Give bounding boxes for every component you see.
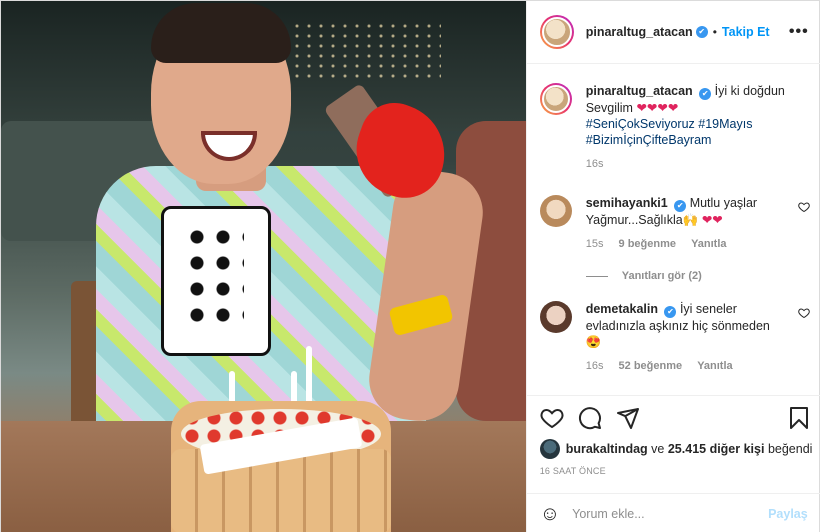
- post-side-panel: pinaraltug_atacan ✔ • Takip Et ••• pinar…: [525, 1, 820, 532]
- photo-shirt-print: [161, 206, 271, 356]
- more-options-icon[interactable]: •••: [789, 23, 809, 41]
- like-comment-heart-icon[interactable]: [797, 307, 810, 319]
- header-username[interactable]: pinaraltug_atacan: [586, 25, 693, 39]
- post-comment-button[interactable]: Paylaş: [768, 507, 808, 521]
- instagram-post: pinaraltug_atacan ✔ • Takip Et ••• pinar…: [0, 0, 820, 532]
- caption-time: 16s: [585, 158, 604, 170]
- comment-line2: Yağmur...Sağlıkla: [585, 213, 683, 227]
- verified-icon: ✔: [699, 88, 712, 100]
- verified-icon: ✔: [695, 26, 708, 38]
- raised-hands-emoji: 🙌: [682, 213, 699, 227]
- separator-dot: •: [712, 25, 717, 39]
- post-timestamp[interactable]: 16 SAAT ÖNCE: [540, 466, 606, 476]
- liker-username[interactable]: burakaltindag: [566, 442, 648, 456]
- heart-icon[interactable]: [540, 406, 564, 433]
- comment-likes[interactable]: 52 beğenme: [619, 360, 683, 372]
- likes-connector: ve: [651, 442, 665, 456]
- comment-text: semihayanki1 ✔ Mutlu yaşlar Yağmur...Sağ…: [586, 195, 810, 228]
- action-icons: [540, 406, 640, 433]
- comment-line1: İyi seneler: [679, 302, 737, 316]
- avatar-image: [541, 85, 570, 113]
- comment-item: demetakalin ✔ İyi seneler evladınızla aş…: [539, 301, 810, 372]
- add-comment-bar: ☺ Paylaş: [526, 493, 820, 532]
- photo-lights: [291, 21, 441, 81]
- verified-icon: ✔: [664, 306, 677, 318]
- avatar-image: [541, 17, 572, 47]
- follow-button[interactable]: Takip Et: [722, 25, 770, 39]
- emoji-icon[interactable]: ☺: [540, 503, 560, 526]
- likes-count[interactable]: 25.415 diğer kişi: [668, 442, 765, 456]
- view-replies-label: Yanıtları gör (2): [621, 270, 702, 282]
- post-header: pinaraltug_atacan ✔ • Takip Et •••: [526, 1, 820, 64]
- caption-text: pinaraltug_atacan ✔ İyi ki doğdun Sevgil…: [586, 83, 785, 148]
- hashtags[interactable]: #BizimİçinÇifteBayram: [586, 133, 712, 147]
- avatar[interactable]: [539, 83, 572, 115]
- reply-button[interactable]: Yanıtla: [691, 238, 726, 250]
- post-actions: burakaltindag ve 25.415 diğer kişi beğen…: [526, 395, 820, 532]
- comment-text: demetakalin ✔ İyi seneler evladınızla aş…: [586, 301, 810, 350]
- likes-suffix: beğendi: [767, 442, 813, 456]
- heart-eyes-emoji: 😍: [585, 335, 602, 349]
- avatar[interactable]: [539, 301, 572, 333]
- caption: pinaraltug_atacan ✔ İyi ki doğdun Sevgil…: [539, 83, 810, 170]
- view-replies-button[interactable]: Yanıtları gör (2): [585, 270, 702, 282]
- comment-meta: 16s 52 beğenme Yanıtla: [586, 360, 810, 372]
- liker-avatar[interactable]: [539, 439, 560, 459]
- photo-gift: [323, 81, 459, 211]
- comment-meta: 15s 9 beğenme Yanıtla: [586, 238, 810, 250]
- comment-username[interactable]: semihayanki1: [586, 196, 668, 210]
- comment-icon[interactable]: [578, 406, 602, 433]
- avatar[interactable]: [539, 195, 572, 227]
- caption-line1: İyi ki doğdun: [714, 84, 785, 98]
- comments-list: pinaraltug_atacan ✔ İyi ki doğdun Sevgil…: [527, 65, 820, 395]
- replies-line: [585, 275, 608, 277]
- comment-line1: Mutlu yaşlar: [689, 196, 758, 210]
- comment-time: 16s: [585, 360, 604, 372]
- comment-item: semihayanki1 ✔ Mutlu yaşlar Yağmur...Sağ…: [539, 195, 810, 250]
- post-photo[interactable]: [1, 1, 526, 532]
- comment-time: 15s: [585, 238, 604, 250]
- hashtags[interactable]: #SeniÇokSeviyoruz #19Mayıs: [586, 117, 753, 131]
- bookmark-icon[interactable]: [787, 406, 811, 433]
- caption-username[interactable]: pinaraltug_atacan: [586, 84, 693, 98]
- photo-hair: [151, 3, 291, 63]
- heart-emojis: ❤❤❤❤: [636, 101, 679, 115]
- heart-emojis: ❤❤: [701, 213, 723, 227]
- avatar[interactable]: [539, 15, 574, 49]
- comment-line2: evladınızla aşkınız hiç sönmeden: [585, 319, 770, 333]
- comment-likes[interactable]: 9 beğenme: [619, 238, 676, 250]
- like-comment-heart-icon[interactable]: [797, 201, 810, 213]
- verified-icon: ✔: [674, 200, 687, 212]
- likes-summary[interactable]: burakaltindag ve 25.415 diğer kişi beğen…: [539, 439, 813, 459]
- reply-button[interactable]: Yanıtla: [697, 360, 732, 372]
- caption-line2: Sevgilim: [585, 101, 633, 115]
- comment-username[interactable]: demetakalin: [586, 302, 658, 316]
- comment-input[interactable]: [572, 507, 769, 521]
- share-icon[interactable]: [616, 406, 640, 433]
